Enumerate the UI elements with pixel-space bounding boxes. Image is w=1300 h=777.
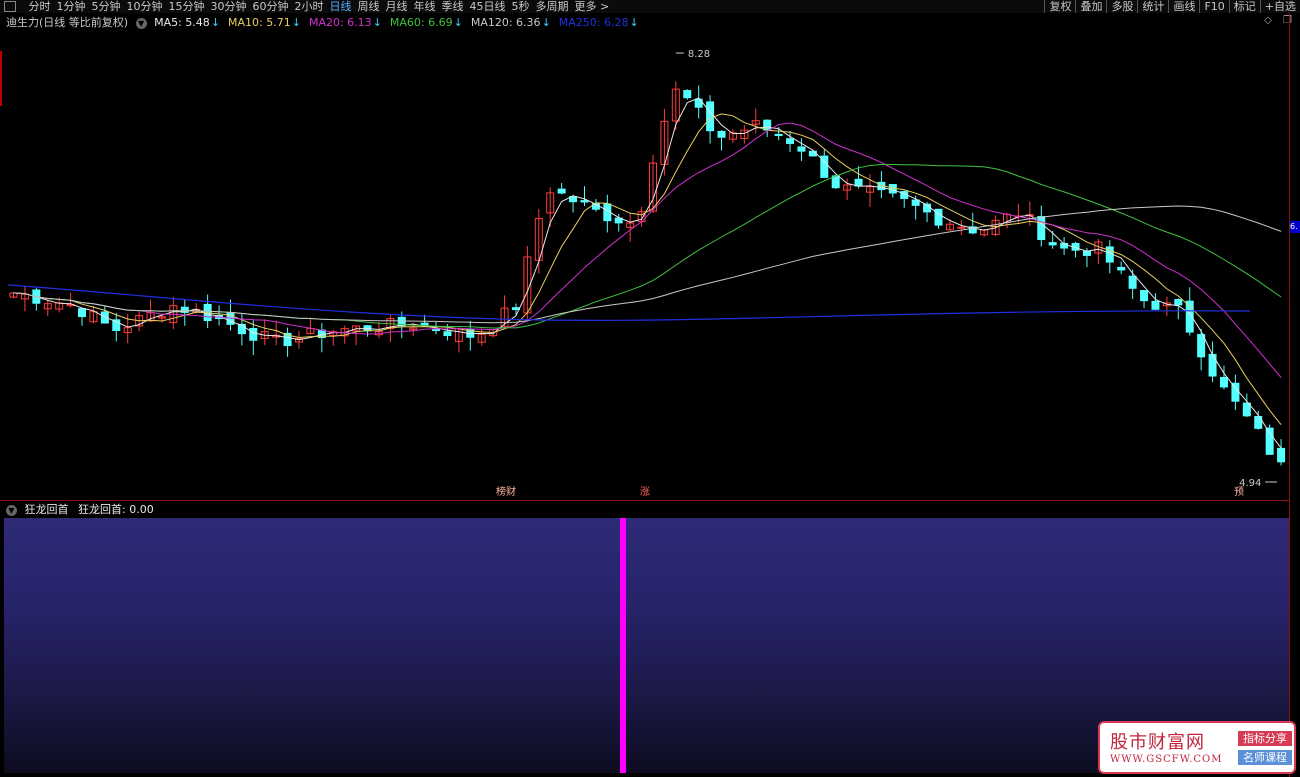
candle-body [1117,266,1126,271]
candle-body [1231,382,1240,402]
ma-line-3 [13,164,1282,329]
tab-0[interactable]: 分时 [26,0,54,13]
event-marker-1: 涨 [640,486,650,498]
candle-body [706,101,715,132]
tab-10[interactable]: 月线 [383,0,411,13]
ma-line-1 [13,113,1282,426]
chevron-down-icon[interactable]: ▼ [6,504,17,516]
panel-divider [0,500,1289,501]
candle-body [717,130,726,138]
candle-body [683,90,692,99]
watermark-title: 股市财富网 [1110,732,1205,753]
candlestick-chart[interactable]: 8.284.94榜财涨预 [0,13,1289,500]
indicator-panel[interactable] [4,518,1289,773]
candle-body [911,199,920,206]
candle-body [1128,275,1137,289]
event-marker-2: 预 [1234,486,1244,498]
candle-body [1082,250,1091,256]
candle-body [420,322,429,326]
tab-11[interactable]: 年线 [411,0,439,13]
toolbar-button-7[interactable]: +自选 [1259,0,1300,13]
watermark-badge-share: 指标分享 [1238,731,1292,746]
toolbar-button-5[interactable]: F10 [1199,0,1228,13]
toolbar-button-4[interactable]: 画线 [1168,0,1199,13]
ma-line-0 [13,97,1282,449]
tab-4[interactable]: 15分钟 [166,0,208,13]
candle-body [763,119,772,131]
candle-body [1277,447,1286,463]
tab-7[interactable]: 2小时 [292,0,327,13]
tab-12[interactable]: 季线 [439,0,467,13]
tab-13[interactable]: 45日线 [467,0,509,13]
tab-9[interactable]: 周线 [355,0,383,13]
watermark-url: WWW.GSCFW.COM [1110,754,1223,765]
candle-body [1037,216,1046,241]
tab-14[interactable]: 5秒 [509,0,533,13]
toolbar-right-buttons: 复权 叠加 多股 统计 画线 F10 标记 +自选 [1044,0,1300,13]
candle-body [443,331,452,337]
candle-body [432,328,441,332]
period-tabs: 分时 1分钟 5分钟 10分钟 15分钟 30分钟 60分钟 2小时 日线 周线 月线 年线 季线 45日… [26,0,613,13]
toolbar-button-3[interactable]: 统计 [1137,0,1168,13]
candle-body [786,138,795,144]
candle-body [831,175,840,189]
tab-16[interactable]: 更多 > [572,0,613,13]
indicator-value: 狂龙回首: 0.00 [78,503,154,516]
right-axis-line [1289,13,1290,777]
candle-body [511,307,520,311]
tab-8[interactable]: 日线 [327,0,355,13]
tab-15[interactable]: 多周期 [533,0,572,13]
candle-body [1208,353,1217,377]
event-marker-0: 榜财 [496,485,516,498]
candle-body [774,133,783,137]
candle-body [957,226,966,229]
candle-body [1140,290,1149,302]
period-toolbar: 分时 1分钟 5分钟 10分钟 15分钟 30分钟 60分钟 2小时 日线 周线 月线 年线 季线 45日… [0,0,1300,13]
candle-body [557,188,566,194]
tab-3[interactable]: 10分钟 [124,0,166,13]
candle-body [1219,376,1228,388]
candle-body [1197,334,1206,358]
tab-6[interactable]: 60分钟 [250,0,292,13]
tab-2[interactable]: 5分钟 [89,0,124,13]
candle-body [1151,300,1160,310]
price-tag: 6. [1290,221,1300,233]
toolbar-button-2[interactable]: 多股 [1106,0,1137,13]
candle-body [854,178,863,187]
candle-body [249,328,258,341]
panel-toggle-icon[interactable] [4,1,16,12]
tab-1[interactable]: 1分钟 [54,0,89,13]
indicator-spike [620,518,626,773]
candle-body [1048,242,1057,246]
toolbar-button-0[interactable]: 复权 [1044,0,1075,13]
candle-body [1174,299,1183,306]
candle-body [797,146,806,152]
indicator-header: ▼ 狂龙回首 狂龙回首: 0.00 [6,501,154,518]
toolbar-button-1[interactable]: 叠加 [1075,0,1106,13]
candle-body [78,308,87,318]
toolbar-button-6[interactable]: 标记 [1228,0,1260,13]
watermark-logo: 股市财富网 WWW.GSCFW.COM 指标分享 名师课程 [1098,721,1296,774]
indicator-name: 狂龙回首 [24,503,69,516]
candle-body [580,200,589,203]
high-price-label: 8.28 [688,49,710,60]
tab-5[interactable]: 30分钟 [208,0,250,13]
watermark-badge-course: 名师课程 [1238,750,1292,765]
